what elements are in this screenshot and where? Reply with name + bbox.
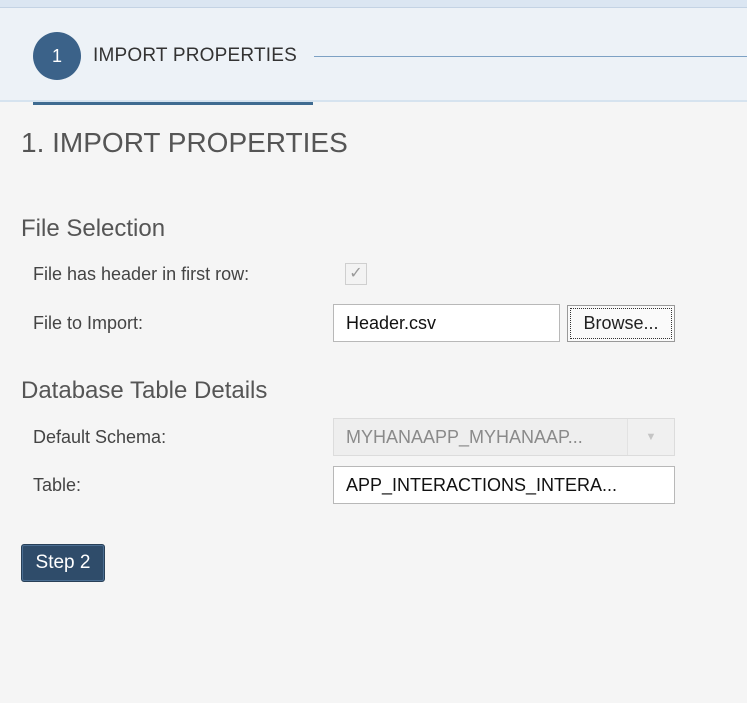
page-title: 1. IMPORT PROPERTIES	[21, 127, 348, 158]
step-title[interactable]: IMPORT PROPERTIES	[93, 45, 297, 67]
table-label: Table:	[33, 475, 82, 495]
table-input[interactable]: APP_INTERACTIONS_INTERA...	[333, 466, 675, 504]
browse-button[interactable]: Browse...	[567, 305, 675, 342]
file-to-import-label: File to Import:	[33, 313, 144, 333]
step-connector-line	[314, 56, 747, 57]
chevron-down-icon: ▼	[627, 419, 674, 455]
default-schema-label: Default Schema:	[33, 427, 167, 447]
top-strip	[0, 0, 747, 8]
default-schema-value: MYHANAAPP_MYHANAAP...	[346, 427, 583, 447]
step-2-button[interactable]: Step 2	[21, 544, 105, 582]
file-to-import-input[interactable]: Header.csv	[333, 304, 560, 342]
step-number-badge[interactable]: 1	[33, 32, 81, 80]
header-row-checkbox[interactable]: ✓	[345, 263, 367, 285]
default-schema-select[interactable]: MYHANAAPP_MYHANAAP... ▼	[333, 418, 675, 456]
database-table-details-heading: Database Table Details	[21, 377, 268, 404]
header-row-label: File has header in first row:	[33, 264, 250, 284]
active-step-indicator	[33, 102, 313, 105]
check-icon: ✓	[349, 265, 363, 282]
wizard-progress-bar: 1 IMPORT PROPERTIES	[0, 8, 747, 102]
file-selection-heading: File Selection	[21, 215, 166, 242]
